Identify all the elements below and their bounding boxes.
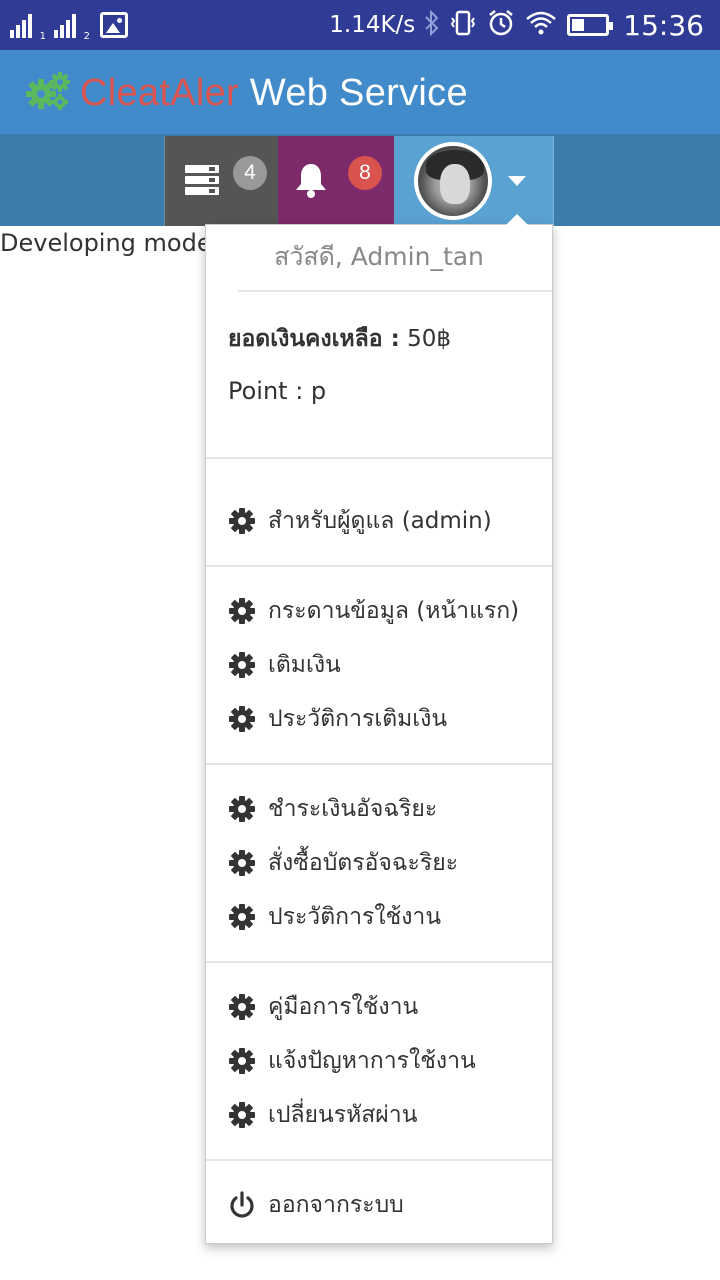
menu-item-logout[interactable]: ออกจากระบบ: [228, 1185, 404, 1225]
greeting-divider: [238, 290, 552, 292]
brand-title[interactable]: CleatAler Web Service: [80, 70, 468, 115]
avatar[interactable]: [414, 142, 492, 220]
gear-icon: [228, 705, 256, 733]
menu-item-smart-payment[interactable]: ชำระเงินอัจฉริยะ: [228, 789, 437, 829]
gear-icon: [228, 1101, 256, 1129]
menu-item-change-password[interactable]: เปลี่ยนรหัสผ่าน: [228, 1095, 417, 1135]
gear-icon: [228, 849, 256, 877]
caret-down-icon: [508, 176, 526, 186]
sim2-label: 2: [83, 31, 90, 42]
user-dropdown-menu: สวัสดี, Admin_tan ยอดเงินคงเหลือ : 50฿ P…: [205, 214, 553, 1244]
brand-name-white: Web Service: [239, 71, 468, 114]
app-header: CleatAler Web Service: [0, 50, 720, 134]
top-navbar: 4 8: [0, 134, 720, 226]
menu-item-order-smart-card[interactable]: สั่งซื้อบัตรอัจฉะริยะ: [228, 843, 458, 883]
menu-item-dashboard[interactable]: กระดานข้อมูล (หน้าแรก): [228, 591, 519, 631]
menu-divider: [206, 1159, 552, 1161]
balance-label: ยอดเงินคงเหลือ :: [228, 326, 400, 352]
point-text: Point : p: [228, 377, 327, 405]
tasks-icon: [185, 165, 219, 199]
menu-item-label: กระดานข้อมูล (หน้าแรก): [268, 598, 520, 624]
gear-icon: [228, 1047, 256, 1075]
signal-sim2-icon: 2: [54, 12, 90, 42]
menu-divider: [206, 457, 552, 459]
menu-item-topup-history[interactable]: ประวัติการเติมเงิน: [228, 699, 447, 739]
menu-item-label: เปลี่ยนรหัสผ่าน: [268, 1102, 418, 1128]
tasks-count-badge: 4: [233, 156, 267, 190]
gears-logo-icon[interactable]: [24, 70, 72, 114]
battery-icon: [567, 14, 614, 36]
gear-icon: [228, 507, 256, 535]
gear-icon: [228, 795, 256, 823]
net-speed: 1.14K/s: [329, 12, 416, 38]
gear-icon: [228, 597, 256, 625]
menu-item-label: ออกจากระบบ: [268, 1192, 404, 1218]
menu-item-usage-history[interactable]: ประวัติการใช้งาน: [228, 897, 441, 937]
menu-divider: [206, 565, 552, 567]
status-left: 1 2: [10, 8, 128, 42]
menu-item-label: ประวัติการเติมเงิน: [268, 706, 448, 732]
power-icon: [228, 1191, 256, 1219]
menu-item-label: เติมเงิน: [268, 652, 341, 678]
alarm-icon: [487, 9, 515, 42]
sim1-label: 1: [39, 31, 46, 42]
vibrate-icon: [449, 9, 477, 42]
dropdown-pointer: [506, 214, 528, 225]
balance-value: 50฿: [399, 326, 452, 352]
menu-item-topup[interactable]: เติมเงิน: [228, 645, 341, 685]
menu-item-label: ชำระเงินอัจฉริยะ: [268, 796, 438, 822]
menu-item-admin[interactable]: สำหรับผู้ดูแล (admin): [228, 501, 492, 541]
gear-icon: [228, 993, 256, 1021]
user-menu-toggle[interactable]: [394, 136, 554, 226]
bell-icon: [294, 162, 328, 202]
menu-item-user-manual[interactable]: คู่มือการใช้งาน: [228, 987, 418, 1027]
menu-item-label: สำหรับผู้ดูแล (admin): [268, 508, 492, 534]
user-greeting: สวัสดี, Admin_tan: [274, 242, 484, 271]
menu-item-label: คู่มือการใช้งาน: [268, 994, 419, 1020]
brand-name-red: CleatAler: [80, 71, 239, 114]
signal-sim1-icon: 1: [10, 12, 46, 42]
image-notification-icon: [100, 12, 128, 38]
menu-item-label: แจ้งปัญหาการใช้งาน: [268, 1048, 476, 1074]
menu-divider: [206, 961, 552, 963]
menu-item-label: ประวัติการใช้งาน: [268, 904, 442, 930]
gear-icon: [228, 651, 256, 679]
notifications-count-badge: 8: [348, 156, 382, 190]
wifi-icon: [525, 10, 557, 41]
clock: 15:36: [623, 8, 704, 42]
status-right: 1.14K/s 15:36: [329, 0, 704, 50]
balance-text: ยอดเงินคงเหลือ : 50฿: [228, 321, 451, 357]
menu-divider: [206, 763, 552, 765]
menu-item-report-problem[interactable]: แจ้งปัญหาการใช้งาน: [228, 1041, 476, 1081]
tasks-button[interactable]: 4: [164, 136, 278, 226]
menu-item-label: สั่งซื้อบัตรอัจฉะริยะ: [268, 850, 459, 876]
bluetooth-icon: [425, 9, 439, 41]
status-bar: 1 2 1.14K/s 15:36: [0, 0, 720, 50]
notifications-button[interactable]: 8: [278, 136, 394, 226]
gear-icon: [228, 903, 256, 931]
developing-mode-text: Developing mode: [0, 229, 212, 257]
